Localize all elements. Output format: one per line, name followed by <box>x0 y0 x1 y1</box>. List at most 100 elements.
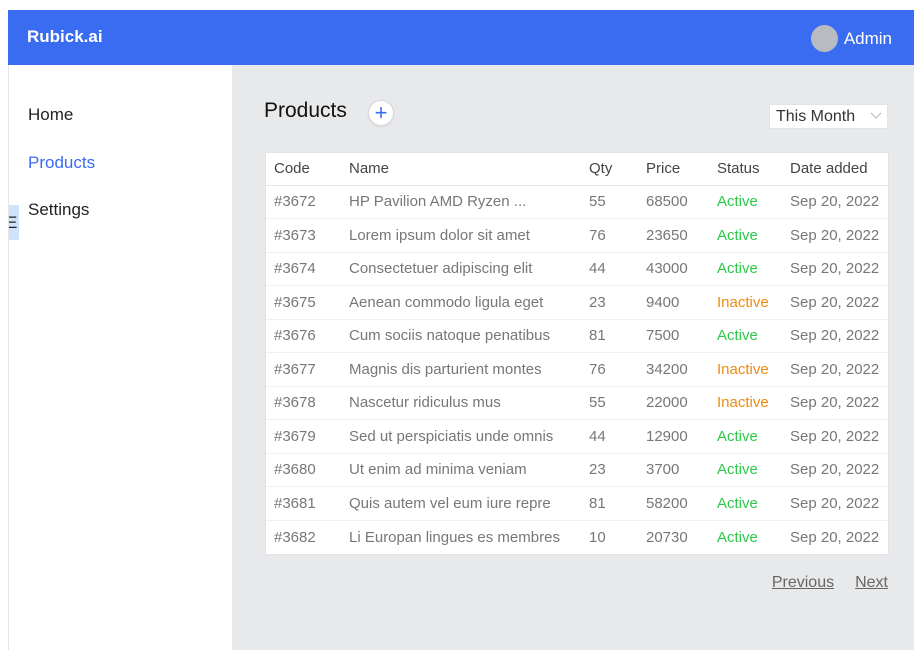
table-row[interactable]: #3677 Magnis dis parturient montes 76 34200… <box>266 352 888 386</box>
edge-tab-glyph: E <box>9 213 18 232</box>
cell-qty: 55 <box>589 385 646 420</box>
app-window: Rubick.ai Admin E Home Products Settings… <box>8 10 914 650</box>
cell-qty: 81 <box>589 486 646 520</box>
cell-price: 3700 <box>646 452 717 487</box>
cell-name: Aenean commodo ligula eget <box>349 285 589 319</box>
cell-date-added: Sep 20, 2022 <box>790 285 888 319</box>
cell-price: 43000 <box>646 251 717 286</box>
cell-name: Consectetuer adipiscing elit <box>349 251 589 286</box>
table-header-row: Code Name Qty Price Status Date added <box>266 153 888 186</box>
collapsed-edge-tab[interactable]: E <box>9 205 19 240</box>
status-badge: Active <box>717 486 790 520</box>
table-row[interactable]: #3680 Ut enim ad minima veniam 23 3700 Activ… <box>266 452 888 487</box>
cell-code: #3680 <box>266 452 349 487</box>
sidebar-item-products[interactable]: Products <box>28 153 95 173</box>
cell-price: 7500 <box>646 318 717 353</box>
cell-name: Lorem ipsum dolor sit amet <box>349 218 589 252</box>
table-row[interactable]: #3674 Consectetuer adipiscing elit 44 43000… <box>266 251 888 286</box>
sidebar-item-settings[interactable]: Settings <box>28 200 89 220</box>
cell-code: #3672 <box>266 184 349 219</box>
cell-price: 9400 <box>646 285 717 319</box>
cell-qty: 23 <box>589 285 646 319</box>
avatar[interactable] <box>810 25 838 52</box>
cell-code: #3682 <box>266 519 349 554</box>
cell-qty: 76 <box>589 218 646 252</box>
table-row[interactable]: #3678 Nascetur ridiculus mus 55 22000 Inacti… <box>266 385 888 420</box>
column-header-date-added[interactable]: Date added <box>790 153 888 186</box>
status-badge: Active <box>717 519 790 554</box>
status-badge: Active <box>717 318 790 353</box>
status-badge: Active <box>717 184 790 219</box>
cell-qty: 44 <box>589 251 646 286</box>
cell-date-added: Sep 20, 2022 <box>790 486 888 520</box>
cell-date-added: Sep 20, 2022 <box>790 218 888 252</box>
cell-qty: 81 <box>589 318 646 353</box>
next-page-link[interactable]: Next <box>855 574 888 592</box>
add-product-button[interactable]: + <box>368 100 394 126</box>
previous-page-link[interactable]: Previous <box>772 574 834 592</box>
main-content: Products + This Month Code Name Qty Pric… <box>232 65 914 650</box>
cell-date-added: Sep 20, 2022 <box>790 385 888 420</box>
cell-price: 34200 <box>646 352 717 386</box>
cell-qty: 10 <box>589 519 646 554</box>
status-badge: Active <box>717 218 790 252</box>
sidebar: E Home Products Settings <box>8 65 232 650</box>
cell-code: #3676 <box>266 318 349 353</box>
cell-qty: 55 <box>589 184 646 219</box>
table-row[interactable]: #3681 Quis autem vel eum iure repre 81 5820… <box>266 486 888 520</box>
cell-qty: 23 <box>589 452 646 487</box>
cell-name: Magnis dis parturient montes <box>349 352 589 386</box>
table-row[interactable]: #3672 HP Pavilion AMD Ryzen ... 55 68500 Act… <box>266 184 888 219</box>
chevron-down-icon <box>870 108 882 125</box>
user-name[interactable]: Admin <box>844 29 892 49</box>
table-row[interactable]: #3673 Lorem ipsum dolor sit amet 76 23650 Ac… <box>266 218 888 252</box>
page-title: Products <box>264 99 347 122</box>
cell-code: #3675 <box>266 285 349 319</box>
cell-qty: 76 <box>589 352 646 386</box>
table-row[interactable]: #3676 Cum sociis natoque penatibus 81 7500 A… <box>266 318 888 353</box>
column-header-price[interactable]: Price <box>646 153 717 186</box>
cell-date-added: Sep 20, 2022 <box>790 318 888 353</box>
top-bar: Rubick.ai Admin <box>8 10 914 65</box>
status-badge: Active <box>717 452 790 487</box>
cell-name: HP Pavilion AMD Ryzen ... <box>349 184 589 219</box>
cell-date-added: Sep 20, 2022 <box>790 519 888 554</box>
sidebar-item-home[interactable]: Home <box>28 105 73 125</box>
cell-name: Nascetur ridiculus mus <box>349 385 589 420</box>
cell-price: 20730 <box>646 519 717 554</box>
status-badge: Inactive <box>717 385 790 420</box>
table-row[interactable]: #3675 Aenean commodo ligula eget 23 9400 Ina… <box>266 285 888 319</box>
cell-price: 68500 <box>646 184 717 219</box>
cell-qty: 44 <box>589 419 646 453</box>
cell-code: #3674 <box>266 251 349 286</box>
column-header-status[interactable]: Status <box>717 153 790 186</box>
cell-code: #3673 <box>266 218 349 252</box>
brand-logo[interactable]: Rubick.ai <box>27 27 103 47</box>
column-header-code[interactable]: Code <box>266 153 349 186</box>
table-row[interactable]: #3682 Li Europan lingues es membres 10 2073… <box>266 519 888 554</box>
table-row[interactable]: #3679 Sed ut perspiciatis unde omnis 44 129… <box>266 419 888 453</box>
date-range-value: This Month <box>776 107 856 125</box>
plus-icon: + <box>374 100 388 125</box>
column-header-name[interactable]: Name <box>349 153 589 186</box>
date-range-select[interactable]: This Month <box>769 104 888 129</box>
cell-date-added: Sep 20, 2022 <box>790 452 888 487</box>
products-table: Code Name Qty Price Status Date added #3… <box>265 152 889 555</box>
cell-code: #3677 <box>266 352 349 386</box>
status-badge: Active <box>717 251 790 286</box>
cell-name: Quis autem vel eum iure repre <box>349 486 589 520</box>
user-menu[interactable]: Admin <box>810 25 892 52</box>
pagination: Previous Next <box>772 574 888 592</box>
cell-date-added: Sep 20, 2022 <box>790 184 888 219</box>
cell-name: Ut enim ad minima veniam <box>349 452 589 487</box>
cell-code: #3679 <box>266 419 349 453</box>
column-header-qty[interactable]: Qty <box>589 153 646 186</box>
cell-name: Sed ut perspiciatis unde omnis <box>349 419 589 453</box>
status-badge: Inactive <box>717 285 790 319</box>
cell-price: 23650 <box>646 218 717 252</box>
table-body: #3672 HP Pavilion AMD Ryzen ... 55 68500 Act… <box>266 184 888 554</box>
cell-price: 22000 <box>646 385 717 420</box>
cell-date-added: Sep 20, 2022 <box>790 419 888 453</box>
cell-date-added: Sep 20, 2022 <box>790 352 888 386</box>
cell-price: 12900 <box>646 419 717 453</box>
